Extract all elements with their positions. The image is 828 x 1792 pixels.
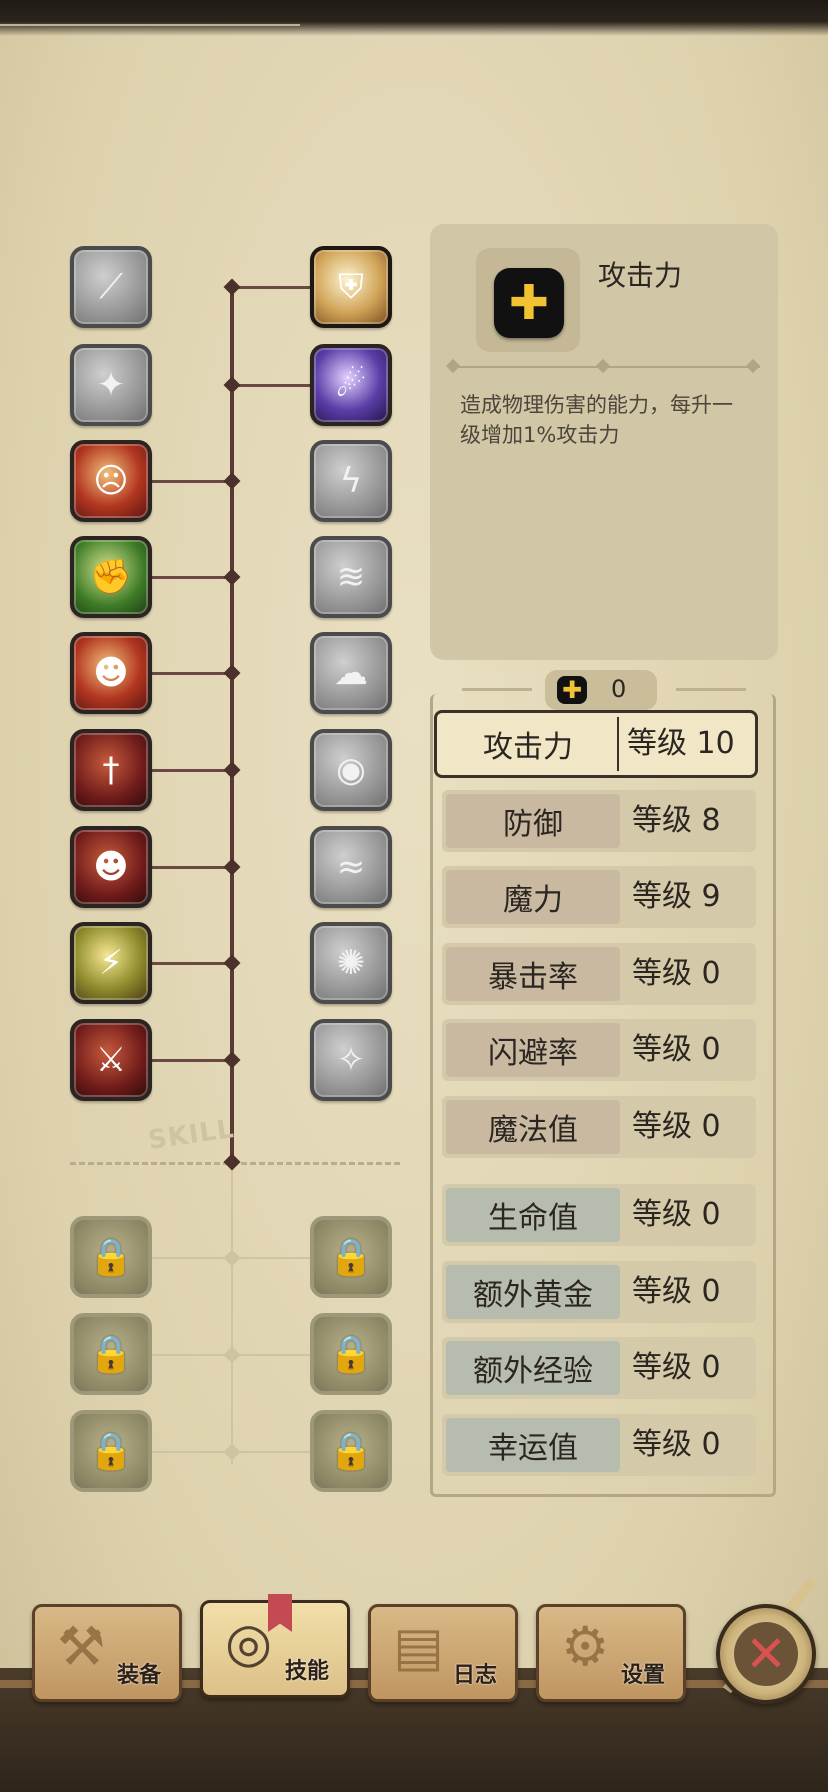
- stat-level: 等级 0: [632, 1197, 721, 1232]
- info-icon-frame: ✚: [476, 248, 580, 352]
- dagger-skill-icon[interactable]: †: [70, 729, 152, 811]
- stars-skill-icon[interactable]: ✧: [310, 1019, 392, 1101]
- stat-name: 生命值: [446, 1188, 620, 1242]
- stat-name: 幸运值: [446, 1418, 620, 1472]
- lock-icon: 🔒: [88, 1431, 134, 1472]
- stat-row-defense[interactable]: 防御 等级 8: [442, 790, 756, 852]
- top-divider: [0, 24, 300, 26]
- locked-skill-slot[interactable]: 🔒: [70, 1410, 152, 1492]
- tab-equipment[interactable]: ⚒ 装备: [32, 1604, 182, 1702]
- tab-label: 日志: [452, 1663, 497, 1688]
- stat-name: 暴击率: [446, 947, 620, 1001]
- lock-icon: 🔒: [328, 1237, 374, 1278]
- stat-level: 等级 8: [632, 803, 721, 838]
- tree-connector: [152, 1059, 232, 1062]
- skill-tree-spine: [230, 288, 234, 1164]
- plus-icon: ✚: [494, 268, 564, 338]
- rage-skill-icon[interactable]: ☹: [70, 440, 152, 522]
- tree-connector: [232, 384, 312, 387]
- skill-ring-icon: ◎: [225, 1611, 273, 1674]
- dark-strike-skill-icon[interactable]: ☄: [310, 344, 392, 426]
- stat-divider: [617, 717, 619, 771]
- dash-skill-icon[interactable]: ✦: [70, 344, 152, 426]
- stat-row-extra-exp[interactable]: 额外经验 等级 0: [442, 1337, 756, 1399]
- close-icon: ✕: [734, 1622, 798, 1686]
- shadow-slash-skill-icon[interactable]: ☻: [70, 632, 152, 714]
- stat-level: 等级 0: [632, 956, 721, 991]
- armor-skill-icon[interactable]: ◉: [310, 729, 392, 811]
- info-title: 攻击力: [598, 259, 683, 292]
- charge-skill-icon[interactable]: ≋: [310, 536, 392, 618]
- tab-label: 设置: [620, 1663, 665, 1688]
- stat-name: 防御: [446, 794, 620, 848]
- stat-level: 等级 0: [632, 1350, 721, 1385]
- divider-ornament: [445, 358, 461, 374]
- skill-tree-locked-spine: [231, 1164, 233, 1464]
- stat-level: 等级 0: [632, 1032, 721, 1067]
- close-button[interactable]: ✕: [716, 1604, 816, 1704]
- stat-name: 魔法值: [446, 1100, 620, 1154]
- axe-icon: ⚒: [57, 1615, 106, 1678]
- curse-skill-icon[interactable]: ✺: [310, 922, 392, 1004]
- stat-name: 魔力: [446, 870, 620, 924]
- stat-level: 等级 0: [632, 1427, 721, 1462]
- tree-connector: [232, 286, 312, 289]
- top-edge: [0, 0, 828, 36]
- strength-skill-icon[interactable]: ✊: [70, 536, 152, 618]
- stat-level: 等级 0: [632, 1109, 721, 1144]
- skill-info-panel: ✚ 攻击力 造成物理伤害的能力，每升一级增加1%攻击力: [430, 224, 778, 660]
- tab-journal[interactable]: ▤ 日志: [368, 1604, 518, 1702]
- lock-icon: 🔒: [88, 1237, 134, 1278]
- slash-skill-icon[interactable]: ⟋: [70, 246, 152, 328]
- info-description: 造成物理伤害的能力，每升一级增加1%攻击力: [460, 393, 733, 447]
- divider-ornament: [745, 358, 761, 374]
- locked-skill-slot[interactable]: 🔒: [70, 1216, 152, 1298]
- tree-connector: [152, 769, 232, 772]
- whirlwind-skill-icon[interactable]: ≈: [310, 826, 392, 908]
- stat-row-extra-gold[interactable]: 额外黄金 等级 0: [442, 1261, 756, 1323]
- stat-level: 等级 0: [632, 1274, 721, 1309]
- locked-skill-slot[interactable]: 🔒: [310, 1410, 392, 1492]
- lock-icon: 🔒: [328, 1334, 374, 1375]
- stat-row-dodge-rate[interactable]: 闪避率 等级 0: [442, 1019, 756, 1081]
- stat-row-mana[interactable]: 魔法值 等级 0: [442, 1096, 756, 1158]
- tree-connector: [152, 866, 232, 869]
- stat-row-health[interactable]: 生命值 等级 0: [442, 1184, 756, 1246]
- locked-skill-slot[interactable]: 🔒: [70, 1313, 152, 1395]
- stat-row-crit-rate[interactable]: 暴击率 等级 0: [442, 943, 756, 1005]
- lightning-skill-icon[interactable]: ϟ: [310, 440, 392, 522]
- stat-row-luck[interactable]: 幸运值 等级 0: [442, 1414, 756, 1476]
- journal-icon: ▤: [393, 1615, 445, 1678]
- info-divider: [445, 358, 761, 374]
- stat-name: 额外黄金: [446, 1265, 620, 1319]
- divider-ornament: [595, 358, 611, 374]
- stat-name: 额外经验: [446, 1341, 620, 1395]
- tree-connector: [152, 576, 232, 579]
- points-ornament-left: [462, 688, 532, 691]
- stat-row-attack[interactable]: 攻击力 等级 10: [434, 710, 758, 778]
- tab-settings[interactable]: ⚙ 设置: [536, 1604, 686, 1702]
- ninja-skill-icon[interactable]: ☻: [70, 826, 152, 908]
- stat-level: 等级 10: [627, 726, 735, 761]
- stat-name: 攻击力: [483, 730, 573, 765]
- stat-row-magic[interactable]: 魔力 等级 9: [442, 866, 756, 928]
- fury-skill-icon[interactable]: ⚡: [70, 922, 152, 1004]
- tab-label: 技能: [284, 1659, 329, 1684]
- gear-icon: ⚙: [561, 1615, 610, 1678]
- tab-label: 装备: [116, 1663, 161, 1688]
- points-ornament-right: [676, 688, 746, 691]
- greatsword-skill-icon[interactable]: ⚔: [70, 1019, 152, 1101]
- lock-icon: 🔒: [328, 1431, 374, 1472]
- smoke-skill-icon[interactable]: ☁: [310, 632, 392, 714]
- holy-shield-skill-icon[interactable]: ⛨: [310, 246, 392, 328]
- locked-skill-slot[interactable]: 🔒: [310, 1216, 392, 1298]
- tree-connector: [152, 962, 232, 965]
- lock-icon: 🔒: [88, 1334, 134, 1375]
- stat-name: 闪避率: [446, 1023, 620, 1077]
- tree-connector: [152, 480, 232, 483]
- stat-level: 等级 9: [632, 879, 721, 914]
- locked-skill-slot[interactable]: 🔒: [310, 1313, 392, 1395]
- tree-connector: [152, 672, 232, 675]
